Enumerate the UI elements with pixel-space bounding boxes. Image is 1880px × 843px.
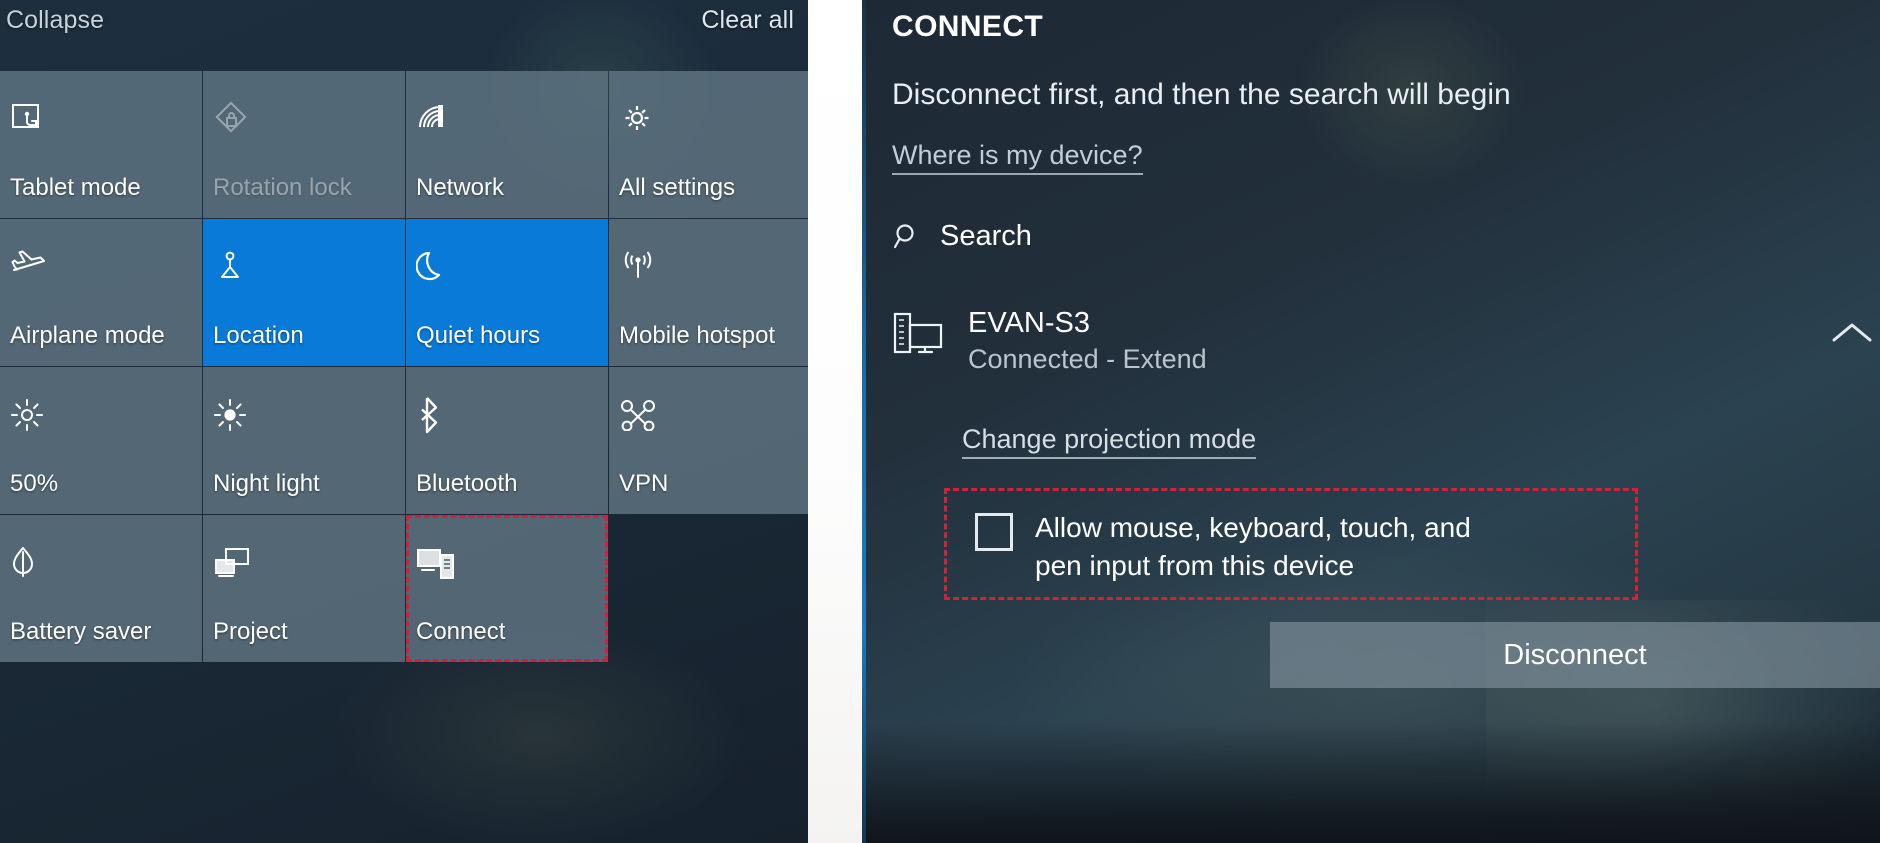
- network-wifi-icon: [416, 93, 598, 145]
- tile-all-settings[interactable]: All settings: [609, 71, 808, 218]
- change-projection-mode-link[interactable]: Change projection mode: [962, 424, 1257, 459]
- tile-label: Rotation lock: [213, 174, 352, 201]
- tablet-mode-icon: [10, 93, 192, 145]
- airplane-icon: [10, 241, 192, 293]
- quick-action-tile-grid: Tablet mode Rotation lock Network All se…: [0, 71, 808, 662]
- tile-night-light[interactable]: Night light: [203, 367, 405, 514]
- allow-input-label-line2: pen input from this device: [1035, 549, 1355, 581]
- device-list-item[interactable]: EVAN-S3 Connected - Extend: [892, 305, 1792, 377]
- tile-label: 50%: [10, 470, 59, 497]
- connect-flyout-panel: CONNECT Disconnect first, and then the s…: [866, 0, 1880, 843]
- tile-connect[interactable]: Connect: [406, 515, 608, 662]
- tile-label: Quiet hours: [416, 322, 541, 349]
- tile-project[interactable]: Project: [203, 515, 405, 662]
- brightness-icon: [10, 389, 192, 441]
- action-center-panel: Collapse Clear all Tablet mode Rotation …: [0, 0, 808, 843]
- allow-input-row[interactable]: Allow mouse, keyboard, touch, and pen in…: [975, 509, 1471, 584]
- allow-input-label: Allow mouse, keyboard, touch, and pen in…: [1035, 509, 1471, 584]
- gear-icon: [619, 93, 801, 145]
- where-is-my-device-link[interactable]: Where is my device?: [892, 140, 1143, 175]
- tile-quiet-hours[interactable]: Quiet hours: [406, 219, 608, 366]
- screenshot-root: Collapse Clear all Tablet mode Rotation …: [0, 0, 1880, 843]
- moon-icon: [416, 241, 598, 293]
- tile-airplane-mode[interactable]: Airplane mode: [0, 219, 202, 366]
- device-state: Connected - Extend: [968, 344, 1207, 375]
- tile-label: Battery saver: [10, 618, 152, 645]
- status-text: Disconnect first, and then the search wi…: [892, 78, 1511, 111]
- tile-label: Location: [213, 322, 304, 349]
- tile-network[interactable]: Network: [406, 71, 608, 218]
- connect-icon: [416, 537, 598, 589]
- tile-battery-saver[interactable]: Battery saver: [0, 515, 202, 662]
- tile-tablet-mode[interactable]: Tablet mode: [0, 71, 202, 218]
- search-label: Search: [940, 220, 1032, 252]
- tile-label: Mobile hotspot: [619, 322, 776, 349]
- tile-bluetooth[interactable]: Bluetooth: [406, 367, 608, 514]
- tile-brightness[interactable]: 50%: [0, 367, 202, 514]
- clear-all-button[interactable]: Clear all: [701, 6, 794, 35]
- tile-label: Night light: [213, 470, 320, 497]
- search-row[interactable]: Search: [892, 220, 1032, 253]
- tile-label: VPN: [619, 470, 669, 497]
- bluetooth-icon: [416, 389, 598, 441]
- disconnect-button[interactable]: Disconnect: [1270, 622, 1880, 688]
- tile-label: Tablet mode: [10, 174, 141, 201]
- allow-input-annotation-box: Allow mouse, keyboard, touch, and pen in…: [944, 488, 1638, 600]
- allow-input-label-line1: Allow mouse, keyboard, touch, and: [1035, 512, 1471, 543]
- tile-label: Project: [213, 618, 288, 645]
- device-info: EVAN-S3 Connected - Extend: [968, 305, 1207, 377]
- tile-mobile-hotspot[interactable]: Mobile hotspot: [609, 219, 808, 366]
- vpn-icon: [619, 389, 801, 441]
- hotspot-icon: [619, 241, 801, 293]
- tile-label: Network: [416, 174, 505, 201]
- battery-leaf-icon: [10, 537, 192, 589]
- chevron-up-icon[interactable]: [1830, 318, 1874, 353]
- window-divider: [808, 0, 862, 843]
- tile-label: Bluetooth: [416, 470, 518, 497]
- project-icon: [213, 537, 395, 589]
- display-device-icon: [892, 305, 946, 364]
- action-center-toolbar: Collapse Clear all: [0, 0, 808, 71]
- tile-rotation-lock[interactable]: Rotation lock: [203, 71, 405, 218]
- tile-vpn[interactable]: VPN: [609, 367, 808, 514]
- page-title: CONNECT: [892, 10, 1044, 43]
- night-light-icon: [213, 389, 395, 441]
- tile-label: All settings: [619, 174, 736, 201]
- search-icon: [892, 222, 922, 252]
- location-icon: [213, 241, 395, 293]
- rotation-lock-icon: [213, 93, 395, 145]
- collapse-button[interactable]: Collapse: [6, 6, 104, 35]
- tile-location[interactable]: Location: [203, 219, 405, 366]
- allow-input-checkbox[interactable]: [975, 513, 1013, 551]
- device-name: EVAN-S3: [968, 307, 1090, 339]
- tile-label: Connect: [416, 618, 506, 645]
- tile-label: Airplane mode: [10, 322, 165, 349]
